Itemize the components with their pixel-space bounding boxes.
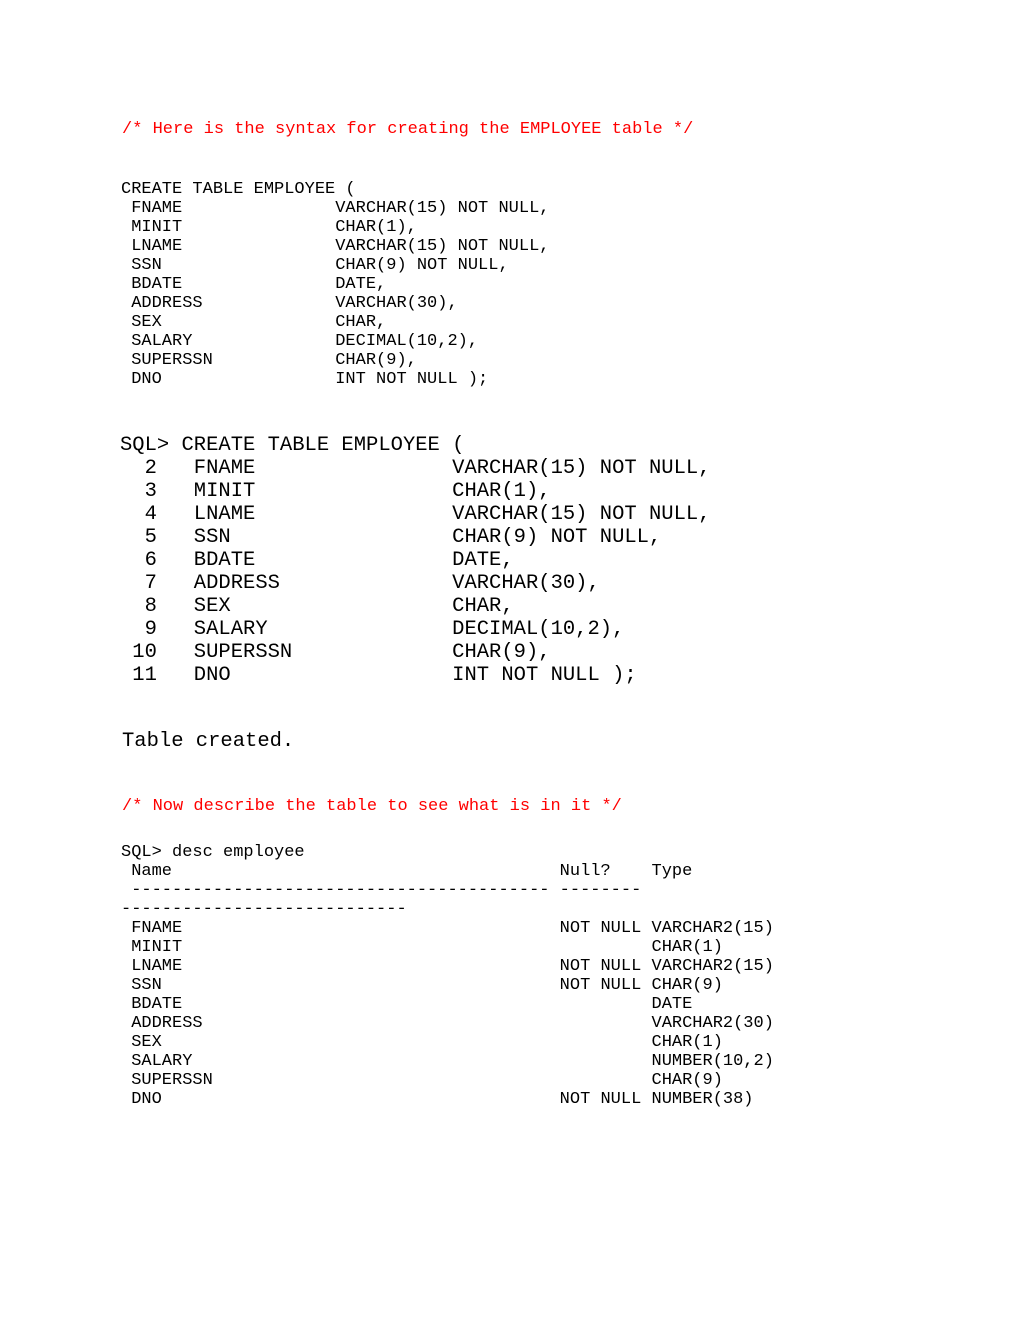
create-table-statement: CREATE TABLE EMPLOYEE ( FNAME VARCHAR(15… (121, 180, 549, 389)
sql-numbered-line: 3 MINIT CHAR(1), (120, 480, 551, 503)
desc-separator-line: ----------------------------------------… (121, 881, 642, 900)
create-table-header: CREATE TABLE EMPLOYEE ( (121, 180, 356, 199)
desc-row: SEX CHAR(1) (121, 1033, 723, 1052)
sql-numbered-line: 5 SSN CHAR(9) NOT NULL, (120, 526, 662, 549)
desc-row: LNAME NOT NULL VARCHAR2(15) (121, 957, 774, 976)
create-table-line: MINIT CHAR(1), (121, 218, 417, 237)
document-page: /* Here is the syntax for creating the E… (0, 0, 1020, 1320)
sql-numbered-line: 6 BDATE DATE, (120, 549, 514, 572)
desc-prompt-line: SQL> desc employee (121, 843, 305, 862)
create-table-line: SALARY DECIMAL(10,2), (121, 332, 479, 351)
desc-row: SUPERSSN CHAR(9) (121, 1071, 723, 1090)
create-table-line: LNAME VARCHAR(15) NOT NULL, (121, 237, 550, 256)
create-table-line: FNAME VARCHAR(15) NOT NULL, (121, 199, 550, 218)
desc-row: DNO NOT NULL NUMBER(38) (121, 1090, 754, 1109)
comment-describe-table: /* Now describe the table to see what is… (122, 797, 622, 816)
desc-column-headers: Name Null? Type (121, 862, 693, 881)
desc-row: SALARY NUMBER(10,2) (121, 1052, 774, 1071)
desc-row: BDATE DATE (121, 995, 693, 1014)
create-table-line: ADDRESS VARCHAR(30), (121, 294, 458, 313)
sql-numbered-line: 10 SUPERSSN CHAR(9), (120, 641, 551, 664)
create-table-line: SEX CHAR, (121, 313, 387, 332)
desc-row: FNAME NOT NULL VARCHAR2(15) (121, 919, 774, 938)
sql-numbered-line: 4 LNAME VARCHAR(15) NOT NULL, (120, 503, 711, 526)
create-table-line: SUPERSSN CHAR(9), (121, 351, 417, 370)
sql-numbered-line: 8 SEX CHAR, (120, 595, 514, 618)
sql-prompt-line: SQL> CREATE TABLE EMPLOYEE ( (120, 434, 465, 457)
desc-separator-line: ---------------------------- (121, 900, 407, 919)
sql-numbered-line: 7 ADDRESS VARCHAR(30), (120, 572, 600, 595)
sql-numbered-line: 2 FNAME VARCHAR(15) NOT NULL, (120, 457, 711, 480)
desc-row: ADDRESS VARCHAR2(30) (121, 1014, 774, 1033)
desc-row: SSN NOT NULL CHAR(9) (121, 976, 723, 995)
create-table-line: DNO INT NOT NULL ); (121, 370, 489, 389)
sql-numbered-line: 11 DNO INT NOT NULL ); (120, 664, 637, 687)
sql-numbered-line: 9 SALARY DECIMAL(10,2), (120, 618, 625, 641)
desc-row: MINIT CHAR(1) (121, 938, 723, 957)
create-table-line: BDATE DATE, (121, 275, 387, 294)
sql-session-transcript: SQL> CREATE TABLE EMPLOYEE ( 2 FNAME VAR… (120, 434, 711, 687)
table-created-message: Table created. (122, 730, 295, 753)
comment-create-table: /* Here is the syntax for creating the E… (122, 120, 694, 139)
create-table-line: SSN CHAR(9) NOT NULL, (121, 256, 509, 275)
desc-employee-output: SQL> desc employee Name Null? Type -----… (121, 843, 774, 1109)
